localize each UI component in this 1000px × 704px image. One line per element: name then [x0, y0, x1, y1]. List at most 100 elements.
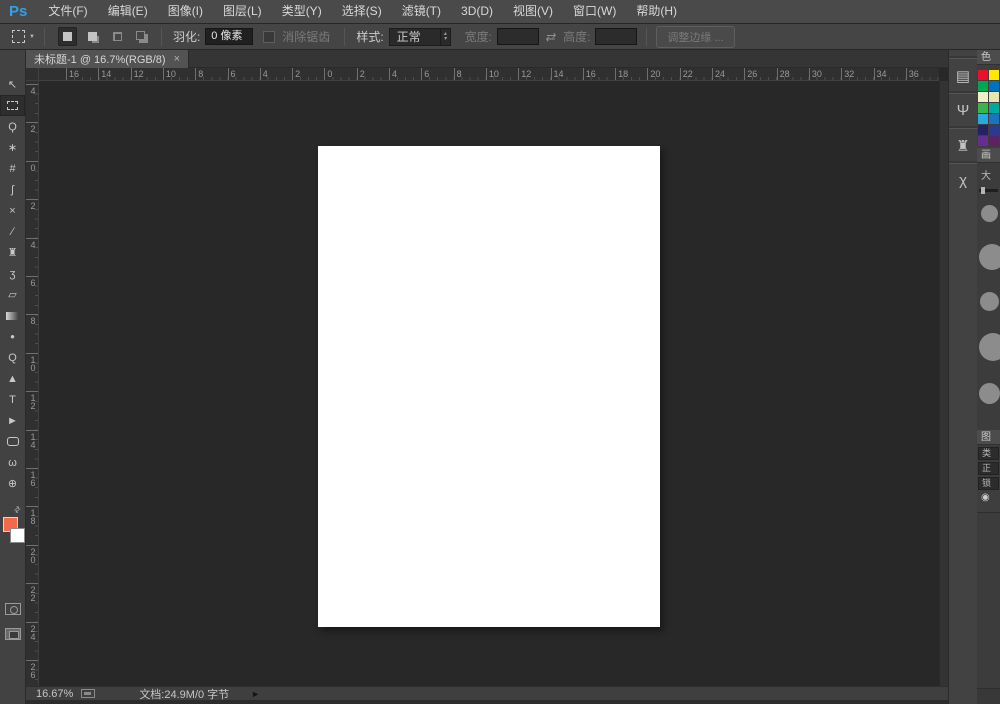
screen-mode-button[interactable] [5, 628, 21, 640]
ruler-tick [26, 122, 39, 123]
eraser-tool[interactable]: ▱ [0, 284, 25, 305]
brush-panel-tab[interactable]: 画 [977, 148, 1000, 163]
move-tool[interactable]: ↖ [0, 74, 25, 95]
swatches-panel-tab[interactable]: 色 [977, 50, 1000, 65]
document-tab[interactable]: 未标题-1 @ 16.7%(RGB/8) × [26, 50, 189, 68]
zoom-tool[interactable]: ⊕ [0, 473, 25, 494]
ruler-tick [195, 68, 196, 81]
layers-panel-tab[interactable]: 图 [977, 430, 1000, 445]
menu-filter[interactable]: 滤镜(T) [392, 0, 451, 23]
ruler-label: 10 [166, 69, 176, 79]
subtract-from-selection-button[interactable] [108, 27, 127, 46]
menu-3d[interactable]: 3D(D) [451, 0, 503, 23]
tool-preset-picker[interactable]: ▼ [12, 30, 35, 43]
color-swatch[interactable] [978, 114, 988, 124]
healing-brush-tool[interactable]: × [0, 200, 25, 221]
style-select[interactable]: 正常 ▴▾ [389, 28, 451, 46]
vertical-scrollbar[interactable] [939, 81, 948, 686]
pen-tool[interactable]: ▲ [0, 368, 25, 389]
history-brush-tool[interactable]: ʒ [0, 263, 25, 284]
layers-panel-body [977, 512, 1000, 688]
dodge-tool[interactable]: Q [0, 347, 25, 368]
color-swatch[interactable] [978, 103, 988, 113]
ruler-tick [26, 583, 39, 584]
tool-presets-panel-icon[interactable]: Ψ [949, 93, 977, 127]
intersect-selection-button[interactable] [133, 27, 152, 46]
ruler-tick [26, 545, 39, 546]
menu-select[interactable]: 选择(S) [332, 0, 392, 23]
rectangular-marquee-tool[interactable] [0, 95, 25, 116]
marquee-tool-icon [12, 30, 25, 43]
brush-tip-preview[interactable] [979, 383, 1000, 404]
ruler-tick [486, 68, 487, 81]
color-swatch[interactable] [989, 125, 999, 135]
lasso-tool[interactable]: Ϙ [0, 116, 25, 137]
quick-mask-button[interactable] [5, 603, 21, 615]
brush-tool[interactable]: ∕ [0, 221, 25, 242]
color-swatch[interactable] [989, 103, 999, 113]
path-selection-tool[interactable]: ► [0, 410, 25, 431]
background-color-swatch[interactable] [10, 528, 25, 543]
color-swatch[interactable] [978, 125, 988, 135]
measure-tools-panel-icon[interactable]: χ [949, 163, 977, 197]
type-tool[interactable]: T [0, 389, 25, 410]
antialias-checkbox[interactable] [263, 31, 275, 43]
menu-image[interactable]: 图像(I) [158, 0, 213, 23]
swap-colors-icon[interactable]: ⇄ [12, 504, 23, 515]
ruler-label: 16 [69, 69, 79, 79]
color-swatch[interactable] [989, 70, 999, 80]
gradient-tool[interactable] [0, 305, 25, 326]
brush-tip-preview[interactable] [979, 333, 1000, 361]
add-to-selection-button[interactable] [83, 27, 102, 46]
ruler-tick [292, 68, 293, 81]
refine-edge-button[interactable]: 调整边缘 ... [656, 26, 734, 48]
clone-stamp-tool[interactable]: ♜ [0, 242, 25, 263]
layer-filter-field[interactable]: 类 [978, 447, 999, 460]
blend-mode-select[interactable]: 正 [978, 462, 999, 475]
brush-size-slider[interactable] [979, 189, 998, 192]
brush-presets-panel-icon[interactable]: ▤ [949, 58, 977, 92]
clone-source-panel-icon[interactable]: ♜ [949, 128, 977, 162]
color-swatch[interactable] [989, 92, 999, 102]
new-selection-button[interactable] [58, 27, 77, 46]
crop-tool[interactable]: # [0, 158, 25, 179]
zoom-level-field[interactable]: 16.67% [36, 688, 73, 700]
ruler-label: 2 [295, 69, 300, 79]
menu-help[interactable]: 帮助(H) [626, 0, 687, 23]
menu-type[interactable]: 类型(Y) [272, 0, 332, 23]
horizontal-ruler[interactable]: 1614121086420246810121416182022242628303… [39, 68, 939, 81]
vertical-ruler[interactable]: 420246810121416182022242628 [26, 81, 39, 686]
quick-selection-tool[interactable]: ∗ [0, 137, 25, 158]
color-swatch[interactable] [989, 114, 999, 124]
menu-window[interactable]: 窗口(W) [563, 0, 626, 23]
height-input[interactable] [595, 28, 637, 45]
layer-visibility-eye-icon[interactable]: ◉ [978, 492, 999, 505]
swatches-grid [978, 70, 1000, 146]
lock-controls[interactable]: 锁 [978, 477, 999, 490]
brush-tip-preview[interactable] [979, 244, 1000, 270]
brush-tip-preview[interactable] [981, 205, 998, 222]
color-swatch[interactable] [978, 81, 988, 91]
width-input[interactable] [497, 28, 539, 45]
color-swatch[interactable] [989, 81, 999, 91]
status-menu-arrow-icon[interactable]: ► [251, 689, 260, 699]
canvas-page[interactable] [318, 146, 660, 627]
brush-tip-preview[interactable] [980, 292, 999, 311]
feather-input[interactable]: 0 像素 [205, 28, 253, 45]
shape-tool[interactable] [0, 431, 25, 452]
style-label: 样式: [356, 28, 383, 45]
color-swatch[interactable] [978, 136, 988, 146]
close-icon[interactable]: × [174, 53, 180, 65]
eyedropper-tool[interactable]: ʃ [0, 179, 25, 200]
menu-edit[interactable]: 编辑(E) [98, 0, 158, 23]
swap-dimensions-icon[interactable]: ⇄ [545, 30, 555, 44]
menu-file[interactable]: 文件(F) [38, 0, 97, 23]
hand-tool[interactable]: ω [0, 452, 25, 473]
menu-view[interactable]: 视图(V) [503, 0, 563, 23]
color-swatch[interactable] [989, 136, 999, 146]
blur-tool[interactable]: ● [0, 326, 25, 347]
color-swatch[interactable] [978, 92, 988, 102]
ruler-label: 0 [28, 163, 38, 171]
color-swatch[interactable] [978, 70, 988, 80]
menu-layer[interactable]: 图层(L) [213, 0, 272, 23]
